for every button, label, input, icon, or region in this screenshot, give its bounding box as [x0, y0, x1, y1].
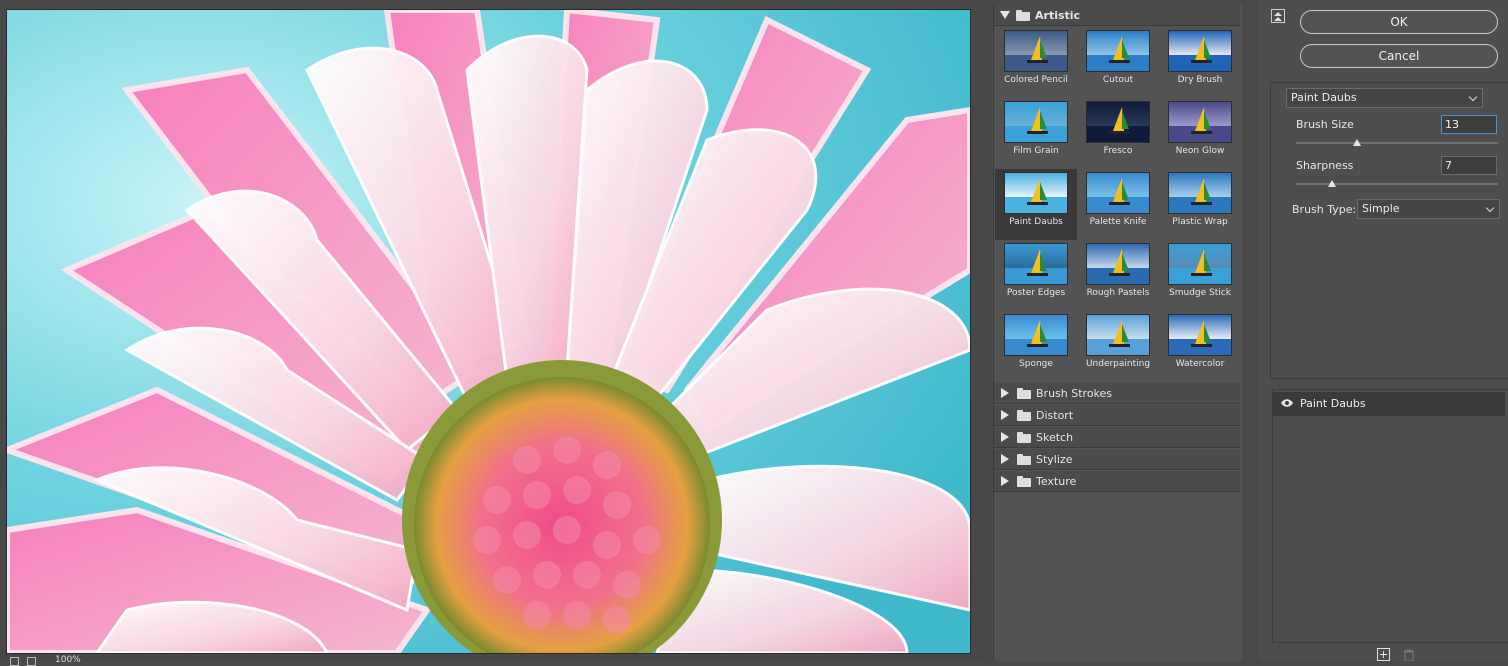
- zoom-in-icon[interactable]: [27, 657, 36, 666]
- rough-pastels-thumbnail: [1086, 243, 1150, 285]
- filter-thumb-underpainting[interactable]: Underpainting: [1077, 311, 1159, 382]
- brush-type-select[interactable]: Simple: [1357, 199, 1500, 219]
- new-effect-layer-icon[interactable]: [1377, 648, 1390, 661]
- filter-gallery: Artistic Colored Pencil Cutout Dry Brush Fi…: [993, 5, 1242, 661]
- settings-panel: OK Cancel Paint Daubs Brush Size 13 Shar…: [1258, 0, 1508, 661]
- preview-panel: 100%: [0, 0, 986, 666]
- filter-thumb-dry-brush[interactable]: Dry Brush: [1159, 27, 1241, 98]
- folder-icon: [1016, 9, 1030, 21]
- filter-thumb-poster-edges[interactable]: Poster Edges: [995, 240, 1077, 311]
- category-sketch[interactable]: Sketch: [994, 427, 1240, 448]
- filter-thumb-label: Underpainting: [1085, 359, 1151, 369]
- neon-glow-thumbnail: [1168, 101, 1232, 143]
- brush-type-label: Brush Type:: [1292, 203, 1357, 216]
- collapse-gallery-icon[interactable]: [1271, 9, 1285, 23]
- filter-thumb-colored-pencil[interactable]: Colored Pencil: [995, 27, 1077, 98]
- colored-pencil-thumbnail: [1004, 30, 1068, 72]
- plastic-wrap-thumbnail: [1168, 172, 1232, 214]
- filter-thumb-smudge-stick[interactable]: Smudge Stick: [1159, 240, 1241, 311]
- paint-daubs-thumbnail: [1004, 172, 1068, 214]
- filter-thumb-sponge[interactable]: Sponge: [995, 311, 1077, 382]
- folder-icon: [1017, 431, 1031, 443]
- category-distort[interactable]: Distort: [994, 405, 1240, 426]
- sharpness-slider[interactable]: [1296, 183, 1498, 185]
- filter-thumb-label: Fresco: [1103, 146, 1133, 156]
- filter-thumb-plastic-wrap[interactable]: Plastic Wrap: [1159, 169, 1241, 240]
- chevron-down-icon: [1468, 92, 1478, 102]
- filter-thumb-label: Colored Pencil: [1004, 75, 1068, 85]
- zoom-bar: 100%: [0, 654, 986, 666]
- dry-brush-thumbnail: [1168, 30, 1232, 72]
- filter-thumb-fresco[interactable]: Fresco: [1077, 98, 1159, 169]
- filter-thumb-cutout[interactable]: Cutout: [1077, 27, 1159, 98]
- filter-thumb-label: Film Grain: [1013, 146, 1059, 156]
- underpainting-thumbnail: [1086, 314, 1150, 356]
- filter-thumb-label: Paint Daubs: [1009, 217, 1063, 227]
- filter-thumb-paint-daubs[interactable]: Paint Daubs: [995, 169, 1077, 240]
- collapsed-triangle-icon: [1001, 454, 1009, 464]
- collapsed-triangle-icon: [1001, 410, 1009, 420]
- filter-thumb-label: Dry Brush: [1177, 75, 1223, 85]
- ok-button[interactable]: OK: [1300, 10, 1498, 34]
- folder-icon: [1017, 453, 1031, 465]
- filter-thumb-label: Watercolor: [1175, 359, 1225, 369]
- palette-knife-thumbnail: [1086, 172, 1150, 214]
- cutout-thumbnail: [1086, 30, 1150, 72]
- brush-size-slider[interactable]: [1296, 142, 1498, 144]
- folder-icon: [1017, 475, 1031, 487]
- smudge-stick-thumbnail: [1168, 243, 1232, 285]
- filter-thumb-neon-glow[interactable]: Neon Glow: [1159, 98, 1241, 169]
- folder-icon: [1017, 409, 1031, 421]
- category-brush-strokes[interactable]: Brush Strokes: [994, 383, 1240, 404]
- sharpness-label: Sharpness: [1296, 159, 1354, 172]
- filter-thumb-label: Plastic Wrap: [1172, 217, 1228, 227]
- category-artistic[interactable]: Artistic: [994, 5, 1240, 26]
- folder-icon: [1017, 387, 1031, 399]
- filter-thumb-label: Sponge: [1019, 359, 1053, 369]
- eye-icon[interactable]: [1281, 399, 1293, 407]
- filter-thumb-palette-knife[interactable]: Palette Knife: [1077, 169, 1159, 240]
- collapsed-triangle-icon: [1001, 432, 1009, 442]
- brush-size-input[interactable]: 13: [1441, 115, 1497, 134]
- collapsed-triangle-icon: [1001, 476, 1009, 486]
- sharpness-slider-thumb[interactable]: [1328, 180, 1337, 187]
- poster-edges-thumbnail: [1004, 243, 1068, 285]
- filter-select[interactable]: Paint Daubs: [1286, 88, 1483, 108]
- preview-image[interactable]: [6, 9, 971, 654]
- effect-layers: Paint Daubs: [1272, 389, 1508, 643]
- brush-size-slider-thumb[interactable]: [1352, 139, 1361, 146]
- filter-thumb-label: Palette Knife: [1089, 217, 1147, 227]
- filter-thumb-film-grain[interactable]: Film Grain: [995, 98, 1077, 169]
- fresco-thumbnail: [1086, 101, 1150, 143]
- cancel-button[interactable]: Cancel: [1300, 44, 1498, 68]
- filter-thumb-label: Poster Edges: [1006, 288, 1066, 298]
- collapsed-triangle-icon: [1001, 388, 1009, 398]
- filter-thumb-label: Cutout: [1102, 75, 1134, 85]
- sponge-thumbnail: [1004, 314, 1068, 356]
- filter-thumb-label: Smudge Stick: [1169, 288, 1231, 298]
- sharpness-input[interactable]: 7: [1441, 156, 1497, 175]
- brush-size-label: Brush Size: [1296, 118, 1354, 131]
- effect-layer-row[interactable]: Paint Daubs: [1273, 392, 1505, 416]
- category-stylize[interactable]: Stylize: [994, 449, 1240, 470]
- filter-thumb-watercolor[interactable]: Watercolor: [1159, 311, 1241, 382]
- filter-thumb-label: Neon Glow: [1175, 146, 1225, 156]
- watercolor-thumbnail: [1168, 314, 1232, 356]
- category-texture[interactable]: Texture: [994, 471, 1240, 492]
- chevron-down-icon: [1485, 203, 1495, 213]
- filter-thumb-rough-pastels[interactable]: Rough Pastels: [1077, 240, 1159, 311]
- expand-triangle-icon: [1000, 11, 1010, 19]
- filter-thumb-label: Rough Pastels: [1086, 288, 1150, 298]
- trash-icon[interactable]: [1403, 649, 1415, 661]
- filter-settings: Paint Daubs Brush Size 13 Sharpness 7 Br…: [1270, 82, 1508, 379]
- film-grain-thumbnail: [1004, 101, 1068, 143]
- zoom-out-icon[interactable]: [10, 657, 19, 666]
